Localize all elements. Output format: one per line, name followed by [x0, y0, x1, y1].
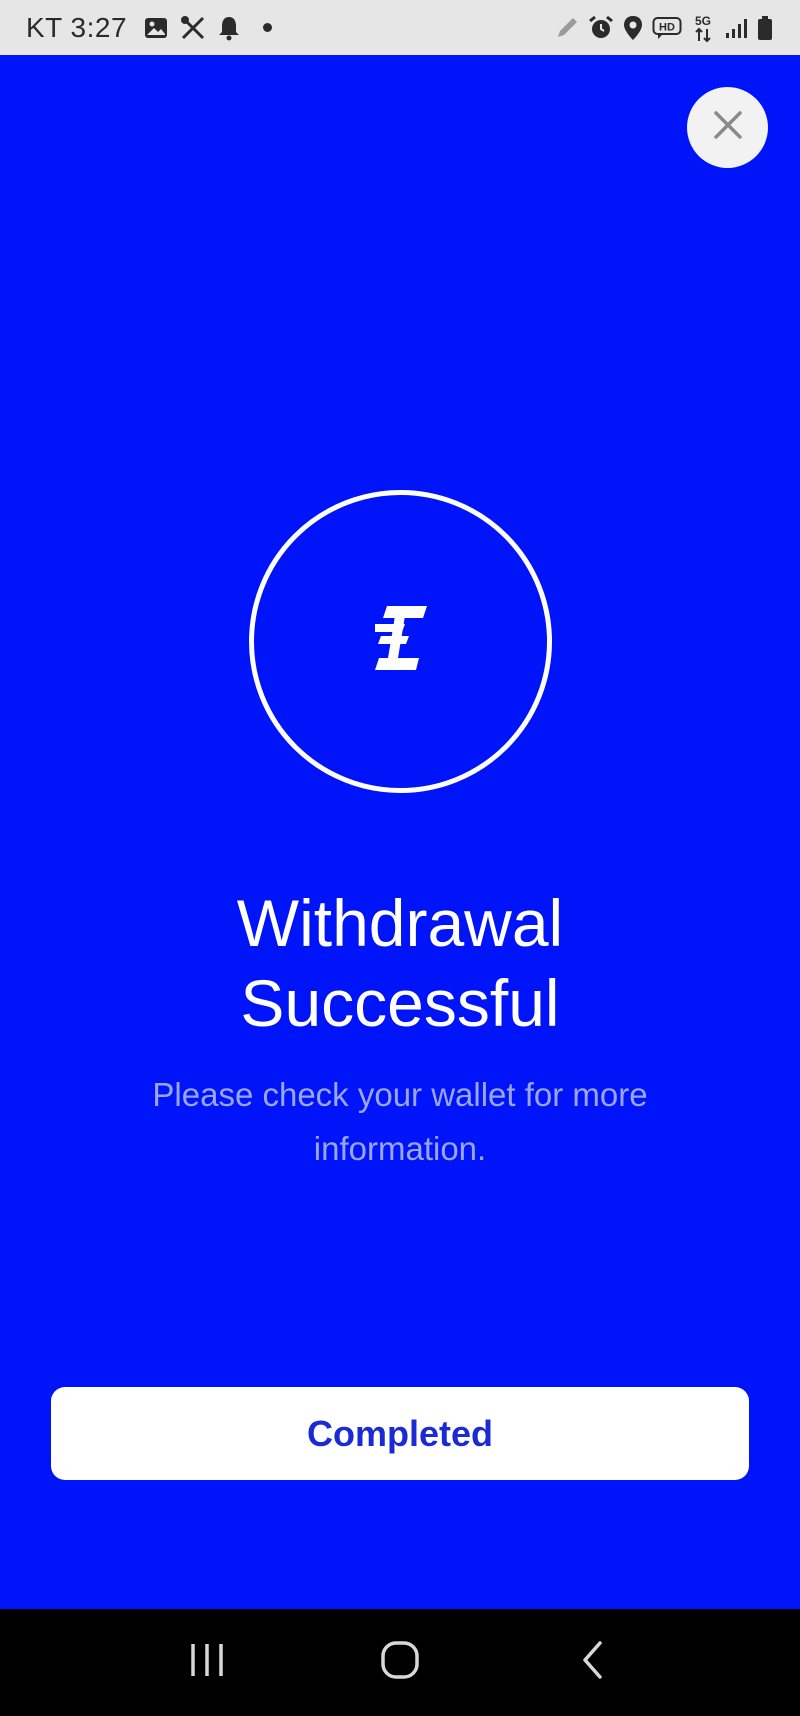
tools-icon	[179, 14, 207, 42]
exchange-logo-icon	[374, 606, 427, 677]
recent-apps-button[interactable]	[167, 1623, 247, 1703]
status-left: KT 3:27	[26, 11, 273, 44]
image-icon	[143, 15, 169, 41]
subtitle-message: Please check your wallet for more inform…	[152, 1076, 648, 1167]
recent-apps-icon	[187, 1640, 227, 1685]
page-title: Withdrawal Successful	[0, 883, 800, 1043]
dot-icon	[263, 23, 273, 32]
navigation-bar	[0, 1609, 800, 1716]
hd-icon: HD	[652, 16, 682, 40]
net-label: 5G	[695, 14, 711, 28]
close-icon	[711, 108, 745, 147]
back-icon	[573, 1640, 613, 1685]
home-icon	[380, 1640, 420, 1685]
home-button[interactable]	[360, 1623, 440, 1703]
carrier-time: KT 3:27	[26, 11, 128, 43]
5g-icon: 5G	[690, 13, 716, 43]
title-line-1: Withdrawal	[236, 886, 564, 960]
completed-button[interactable]: Completed	[51, 1387, 749, 1480]
hd-label: HD	[659, 21, 675, 33]
bell-icon	[217, 15, 241, 41]
location-icon	[622, 15, 644, 41]
withdrawal-success-screen: Withdrawal Successful Please check your …	[0, 55, 800, 1609]
pencil-icon	[554, 15, 580, 41]
alarm-icon	[588, 15, 614, 41]
logo-circle	[249, 490, 552, 793]
status-bar: KT 3:27 HD 5G	[0, 0, 800, 55]
signal-icon	[724, 16, 748, 40]
status-right: HD 5G	[554, 13, 774, 43]
close-button[interactable]	[687, 87, 768, 168]
back-button[interactable]	[553, 1623, 633, 1703]
battery-icon	[756, 15, 774, 41]
title-line-2: Successful	[240, 966, 560, 1040]
